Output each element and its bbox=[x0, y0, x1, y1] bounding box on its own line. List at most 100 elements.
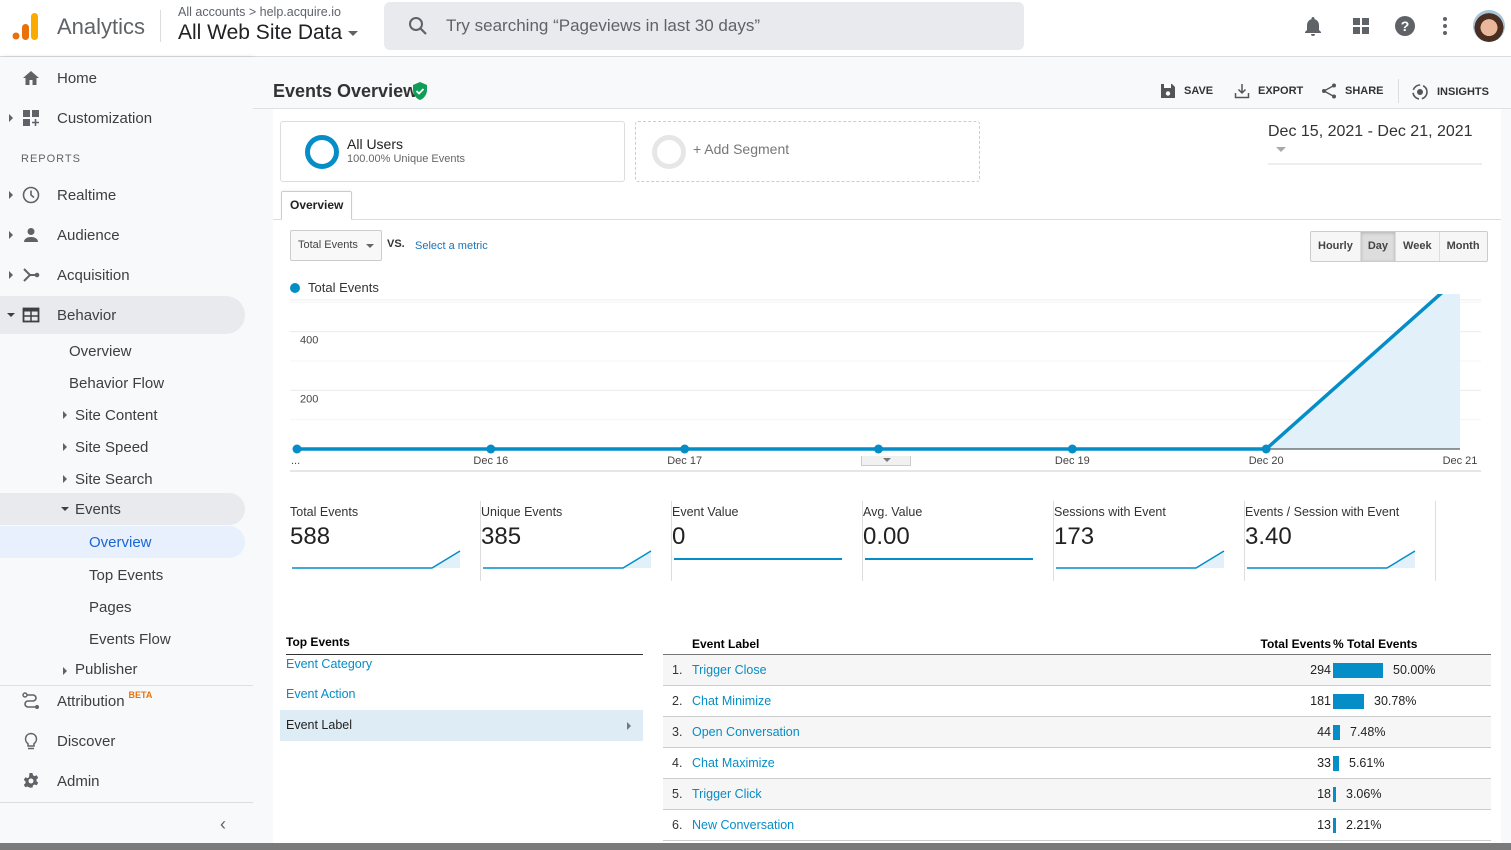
event-label-link[interactable]: New Conversation bbox=[692, 818, 794, 832]
download-icon bbox=[1234, 84, 1250, 99]
sidebar-item-label: Publisher bbox=[75, 660, 138, 678]
event-label-table: Event Label Total Events % Total Events … bbox=[663, 633, 1491, 841]
attribution-label: Attribution bbox=[57, 692, 125, 710]
data-point[interactable] bbox=[1261, 444, 1271, 454]
account-breadcrumb[interactable]: All accounts > help.acquire.io bbox=[178, 5, 341, 19]
table-row: 1. Trigger Close 294 50.00% bbox=[663, 655, 1491, 686]
scorecard-value: 0 bbox=[672, 523, 686, 550]
sidebar-item-label: Top Events bbox=[89, 566, 164, 584]
total-events-value: 44 bbox=[1317, 725, 1331, 739]
bell-icon[interactable] bbox=[1302, 15, 1324, 37]
select-metric-link[interactable]: Select a metric bbox=[415, 240, 488, 252]
event-label-link[interactable]: Chat Minimize bbox=[692, 694, 771, 708]
data-point[interactable] bbox=[1067, 444, 1077, 454]
scorecard-value: 173 bbox=[1054, 523, 1095, 550]
scorecard[interactable]: Unique Events 385 bbox=[481, 501, 672, 581]
granularity-week[interactable]: Week bbox=[1396, 232, 1440, 261]
top-events-event-action[interactable]: Event Action bbox=[280, 679, 643, 710]
scorecard[interactable]: Avg. Value 0.00 bbox=[863, 501, 1054, 581]
sidebar-item-label: Realtime bbox=[57, 186, 117, 204]
sidebar-item-events[interactable]: Events bbox=[0, 493, 245, 525]
scorecard[interactable]: Events / Session with Event 3.40 bbox=[1245, 501, 1436, 581]
line-chart: 200400600...Dec 16Dec 17Dec 18Dec 19Dec … bbox=[290, 294, 1481, 472]
metric-dropdown[interactable]: Total Events bbox=[290, 230, 382, 261]
save-button[interactable]: SAVE bbox=[1160, 83, 1213, 99]
expand-arrow-icon bbox=[63, 411, 67, 419]
series-area bbox=[297, 294, 1460, 449]
pct-bar bbox=[1333, 818, 1336, 833]
data-point[interactable] bbox=[486, 444, 496, 454]
divider bbox=[0, 802, 253, 803]
event-label-link[interactable]: Trigger Click bbox=[692, 787, 762, 801]
beta-badge: BETA bbox=[128, 689, 153, 700]
save-icon bbox=[1161, 84, 1175, 98]
more-vert-icon[interactable] bbox=[1434, 15, 1456, 37]
column-header-total-events[interactable]: Total Events bbox=[1261, 637, 1331, 651]
sidebar-item-label: Behavior Flow bbox=[69, 374, 165, 392]
date-range-picker[interactable]: Dec 15, 2021 - Dec 21, 2021 bbox=[1268, 123, 1482, 165]
sidebar-item-home[interactable]: Home bbox=[0, 59, 245, 97]
legend-dot bbox=[290, 282, 300, 293]
event-label-link[interactable]: Chat Maximize bbox=[692, 756, 775, 770]
column-header-event-label[interactable]: Event Label bbox=[692, 637, 759, 651]
y-tick-label: 400 bbox=[300, 335, 318, 347]
property-selector[interactable]: All Web Site Data bbox=[178, 21, 359, 45]
chart-resize-handle[interactable] bbox=[861, 456, 911, 466]
chevron-right-icon bbox=[627, 722, 631, 730]
pct-bar bbox=[1333, 694, 1364, 709]
sidebar-item-publisher[interactable]: Publisher bbox=[0, 652, 245, 686]
x-tick-label: ... bbox=[291, 455, 300, 467]
add-segment-button[interactable]: + Add Segment bbox=[635, 121, 980, 182]
export-button[interactable]: EXPORT bbox=[1234, 83, 1303, 99]
share-button[interactable]: SHARE bbox=[1321, 83, 1384, 99]
insights-button[interactable]: INSIGHTS bbox=[1411, 83, 1489, 101]
top-events-event-category[interactable]: Event Category bbox=[280, 649, 643, 680]
expand-arrow-icon bbox=[63, 667, 67, 675]
scorecard-value: 385 bbox=[481, 523, 522, 550]
scorecard[interactable]: Sessions with Event 173 bbox=[1054, 501, 1245, 581]
column-header-pct-total-events[interactable]: % Total Events bbox=[1333, 637, 1417, 651]
scorecard-label: Events / Session with Event bbox=[1245, 505, 1400, 519]
sidebar-item-label: Events bbox=[75, 500, 121, 518]
property-name: All Web Site Data bbox=[178, 21, 343, 44]
granularity-month[interactable]: Month bbox=[1440, 232, 1487, 261]
search-input[interactable] bbox=[446, 12, 1006, 40]
sidebar-item-label: Home bbox=[57, 69, 98, 87]
data-point[interactable] bbox=[874, 444, 883, 454]
divider bbox=[160, 10, 161, 42]
vs-label: VS. bbox=[387, 238, 405, 250]
sidebar-item-discover[interactable]: Discover bbox=[0, 722, 245, 760]
granularity-day[interactable]: Day bbox=[1360, 232, 1397, 261]
insights-label: INSIGHTS bbox=[1437, 86, 1489, 98]
data-point[interactable] bbox=[680, 444, 690, 454]
search-bar[interactable] bbox=[384, 2, 1024, 50]
sidebar-item-acquisition[interactable]: Acquisition bbox=[0, 256, 245, 294]
granularity-hourly[interactable]: Hourly bbox=[1311, 232, 1361, 261]
date-range-label: Dec 15, 2021 - Dec 21, 2021 bbox=[1268, 123, 1473, 140]
segment-ring-icon bbox=[305, 135, 339, 169]
segment-all-users[interactable]: All Users 100.00% Unique Events bbox=[280, 121, 625, 182]
sidebar-item-label: Site Speed bbox=[75, 438, 149, 456]
total-events-value: 33 bbox=[1317, 756, 1331, 770]
scorecard[interactable]: Total Events 588 bbox=[290, 501, 481, 581]
scorecard[interactable]: Event Value 0 bbox=[672, 501, 863, 581]
avatar[interactable] bbox=[1473, 10, 1505, 42]
sidebar-item-admin[interactable]: Admin bbox=[0, 762, 245, 800]
sidebar-item-attribution[interactable]: Attribution BETA bbox=[0, 682, 245, 720]
data-point[interactable] bbox=[292, 444, 302, 454]
sidebar-item-realtime[interactable]: Realtime bbox=[0, 176, 245, 214]
sidebar-item-customization[interactable]: Customization bbox=[0, 99, 245, 137]
sidebar-item-label: Acquisition bbox=[57, 266, 130, 284]
sidebar-item-behavior[interactable]: Behavior bbox=[0, 296, 245, 334]
apps-grid-icon[interactable] bbox=[1350, 15, 1372, 37]
collapse-sidebar-icon[interactable]: ‹ bbox=[220, 814, 226, 835]
event-label-link[interactable]: Open Conversation bbox=[692, 725, 800, 739]
top-events-event-label[interactable]: Event Label bbox=[280, 710, 643, 741]
tab-overview[interactable]: Overview bbox=[281, 191, 353, 220]
sidebar-item-events-overview[interactable]: Overview bbox=[0, 526, 245, 558]
help-icon[interactable]: ? bbox=[1394, 15, 1416, 37]
tab-underline bbox=[273, 219, 1501, 220]
event-label-link[interactable]: Trigger Close bbox=[692, 663, 767, 677]
sidebar-item-audience[interactable]: Audience bbox=[0, 216, 245, 254]
segment-name: All Users bbox=[347, 136, 404, 152]
